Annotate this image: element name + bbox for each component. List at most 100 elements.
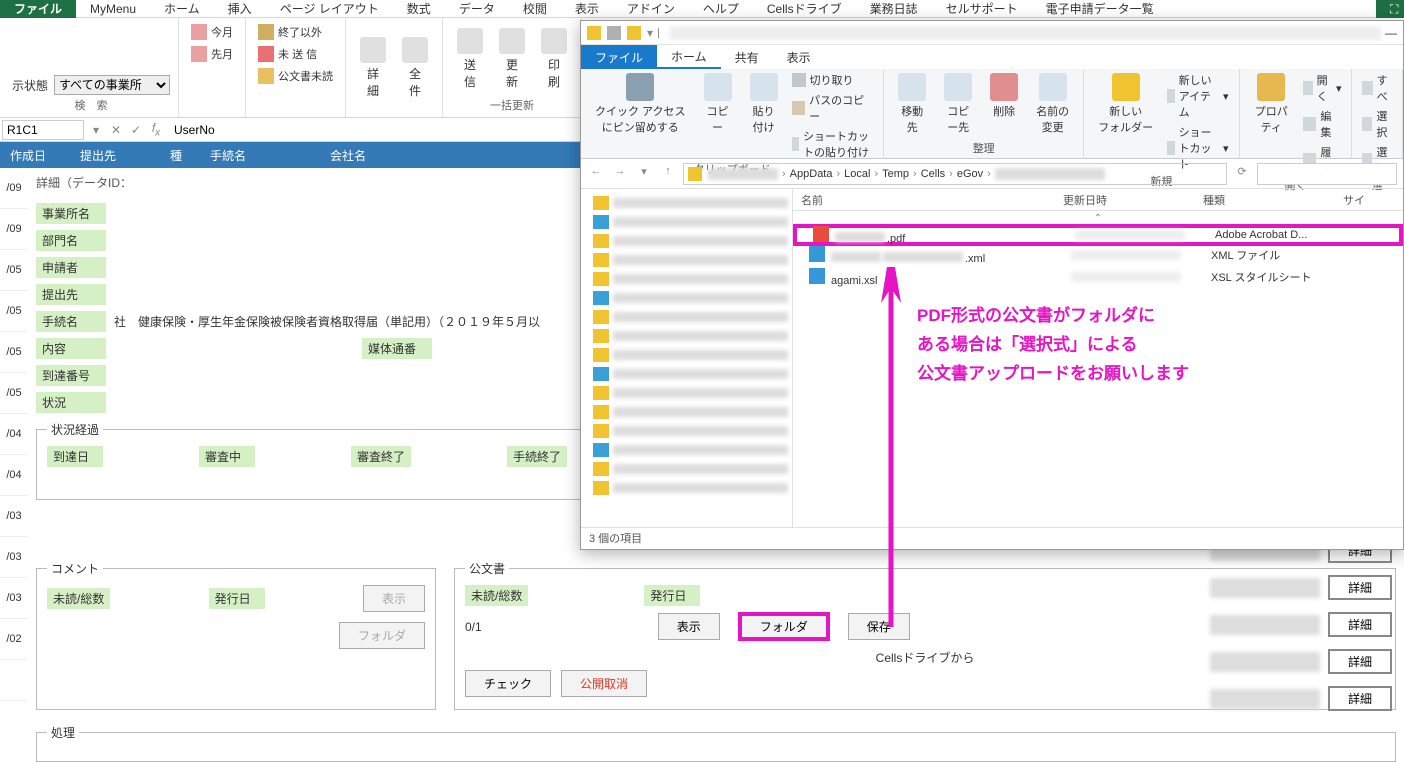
row-date[interactable]: /04 — [0, 455, 28, 496]
pin-quickaccess-button[interactable]: クイック アクセス にピン留めする — [589, 71, 692, 137]
tree-item[interactable] — [585, 326, 788, 345]
refresh-icon[interactable]: ⟳ — [1233, 165, 1251, 183]
open-button[interactable]: 開く ▾ — [1301, 71, 1344, 105]
tab-home[interactable]: ホーム — [150, 0, 214, 18]
check-button[interactable]: チェック — [465, 670, 551, 697]
cut-button[interactable]: 切り取り — [790, 71, 876, 89]
row-date[interactable]: /05 — [0, 332, 28, 373]
copy-path-button[interactable]: パスのコピー — [790, 91, 876, 125]
row-date[interactable]: /09 — [0, 209, 28, 250]
select-all-button[interactable]: すべ — [1360, 71, 1394, 105]
edit-button[interactable]: 編集 — [1301, 107, 1344, 141]
moveto-button[interactable]: 移動先 — [892, 71, 932, 137]
col-date[interactable]: 更新日時 — [1063, 192, 1203, 208]
paste-button[interactable]: 貼り付け — [744, 71, 784, 137]
folder-tree[interactable] — [581, 189, 793, 527]
tree-item[interactable] — [585, 478, 788, 497]
paste-shortcut-button[interactable]: ショートカットの貼り付け — [790, 127, 876, 161]
unread-docs-button[interactable]: 公文書未読 — [254, 66, 337, 86]
file-row[interactable]: .pdfAdobe Acrobat D... — [793, 224, 1403, 246]
tree-item[interactable] — [585, 402, 788, 421]
tab-elist[interactable]: 電子申請データ一覧 — [1032, 0, 1168, 18]
ex-tab-home[interactable]: ホーム — [657, 45, 721, 69]
tab-file[interactable]: ファイル — [0, 0, 76, 18]
row-detail-button[interactable]: 詳細 — [1328, 612, 1392, 637]
update-button[interactable]: 更 新 — [493, 22, 531, 95]
maximize-icon[interactable]: ⛶ — [1376, 0, 1404, 18]
docs-show-button[interactable]: 表示 — [658, 613, 720, 640]
select-none-button[interactable]: 選択 — [1360, 107, 1394, 141]
ex-tab-share[interactable]: 共有 — [721, 45, 773, 69]
recent-dropdown-icon[interactable]: ▾ — [635, 165, 653, 183]
file-row[interactable]: agami.xslXSL スタイルシート — [793, 266, 1403, 288]
end-other-button[interactable]: 終了以外 — [254, 22, 337, 42]
new-folder-button[interactable]: 新しい フォルダー — [1092, 71, 1159, 137]
tab-insert[interactable]: 挿入 — [214, 0, 266, 18]
row-date[interactable]: /05 — [0, 373, 28, 414]
tree-item[interactable] — [585, 250, 788, 269]
row-date[interactable] — [0, 660, 28, 701]
copy-button[interactable]: コピー — [698, 71, 738, 137]
breadcrumb-item[interactable]: Temp — [882, 168, 909, 180]
tree-item[interactable] — [585, 193, 788, 212]
send-button[interactable]: 送 信 — [451, 22, 489, 95]
breadcrumb-item[interactable]: eGov — [957, 168, 983, 180]
name-box[interactable] — [2, 120, 84, 140]
docs-save-button[interactable]: 保存 — [848, 613, 910, 640]
col-type[interactable]: 種類 — [1203, 192, 1343, 208]
tree-item[interactable] — [585, 421, 788, 440]
row-date[interactable]: /02 — [0, 619, 28, 660]
back-icon[interactable]: ← — [587, 165, 605, 183]
tab-view[interactable]: 表示 — [561, 0, 613, 18]
tab-pagelayout[interactable]: ページ レイアウト — [266, 0, 393, 18]
col-name[interactable]: 名前 — [793, 192, 1063, 208]
row-detail-button[interactable]: 詳細 — [1328, 686, 1392, 711]
tab-cellsdrive[interactable]: Cellsドライブ — [753, 0, 856, 18]
new-item-button[interactable]: 新しいアイテム ▾ — [1165, 71, 1230, 121]
comment-folder-button[interactable]: フォルダ — [339, 622, 425, 649]
breadcrumb-item[interactable]: Cells — [921, 168, 945, 180]
row-date[interactable]: /04 — [0, 414, 28, 455]
delete-button[interactable]: 削除 — [984, 71, 1024, 121]
row-detail-button[interactable]: 詳細 — [1328, 575, 1392, 600]
row-detail-button[interactable]: 詳細 — [1328, 649, 1392, 674]
tree-item[interactable] — [585, 212, 788, 231]
fx-cancel-icon[interactable]: ✕ — [106, 123, 126, 137]
search-input[interactable] — [1257, 163, 1397, 185]
qat-dropdown-icon[interactable]: ▾ — [647, 26, 653, 40]
tab-support[interactable]: セルサポート — [932, 0, 1032, 18]
row-date[interactable]: /03 — [0, 537, 28, 578]
detail-button[interactable]: 詳 細 — [354, 22, 392, 113]
comment-show-button[interactable]: 表示 — [363, 585, 425, 612]
tree-item[interactable] — [585, 440, 788, 459]
breadcrumb-item[interactable]: AppData — [790, 168, 833, 180]
row-date[interactable]: /03 — [0, 496, 28, 537]
tree-item[interactable] — [585, 231, 788, 250]
tab-help[interactable]: ヘルプ — [689, 0, 753, 18]
row-date[interactable]: /05 — [0, 250, 28, 291]
tab-worklog[interactable]: 業務日誌 — [856, 0, 932, 18]
copyto-button[interactable]: コピー先 — [938, 71, 978, 137]
tree-item[interactable] — [585, 269, 788, 288]
qat-icon[interactable] — [607, 26, 621, 40]
breadcrumb[interactable]: › AppData› Local› Temp› Cells› eGov› — [683, 163, 1227, 185]
row-date[interactable]: /09 — [0, 168, 28, 209]
tab-review[interactable]: 校閲 — [509, 0, 561, 18]
close-icon[interactable]: — — [1385, 26, 1397, 40]
tree-item[interactable] — [585, 288, 788, 307]
tree-item[interactable] — [585, 345, 788, 364]
fx-accept-icon[interactable]: ✓ — [126, 123, 146, 137]
unsent-button[interactable]: 未 送 信 — [254, 44, 337, 64]
col-size[interactable]: サイ — [1343, 192, 1403, 208]
all-button[interactable]: 全 件 — [396, 22, 434, 113]
tab-data[interactable]: データ — [445, 0, 509, 18]
ex-tab-file[interactable]: ファイル — [581, 45, 657, 69]
row-date[interactable]: /03 — [0, 578, 28, 619]
docs-folder-button[interactable]: フォルダ — [738, 612, 830, 641]
cancel-publish-button[interactable]: 公開取消 — [561, 670, 647, 697]
breadcrumb-item[interactable]: Local — [844, 168, 870, 180]
rename-button[interactable]: 名前の 変更 — [1030, 71, 1075, 137]
explorer-titlebar[interactable]: ▾ | — — [581, 21, 1403, 45]
tree-item[interactable] — [585, 383, 788, 402]
qat-icon[interactable] — [627, 26, 641, 40]
